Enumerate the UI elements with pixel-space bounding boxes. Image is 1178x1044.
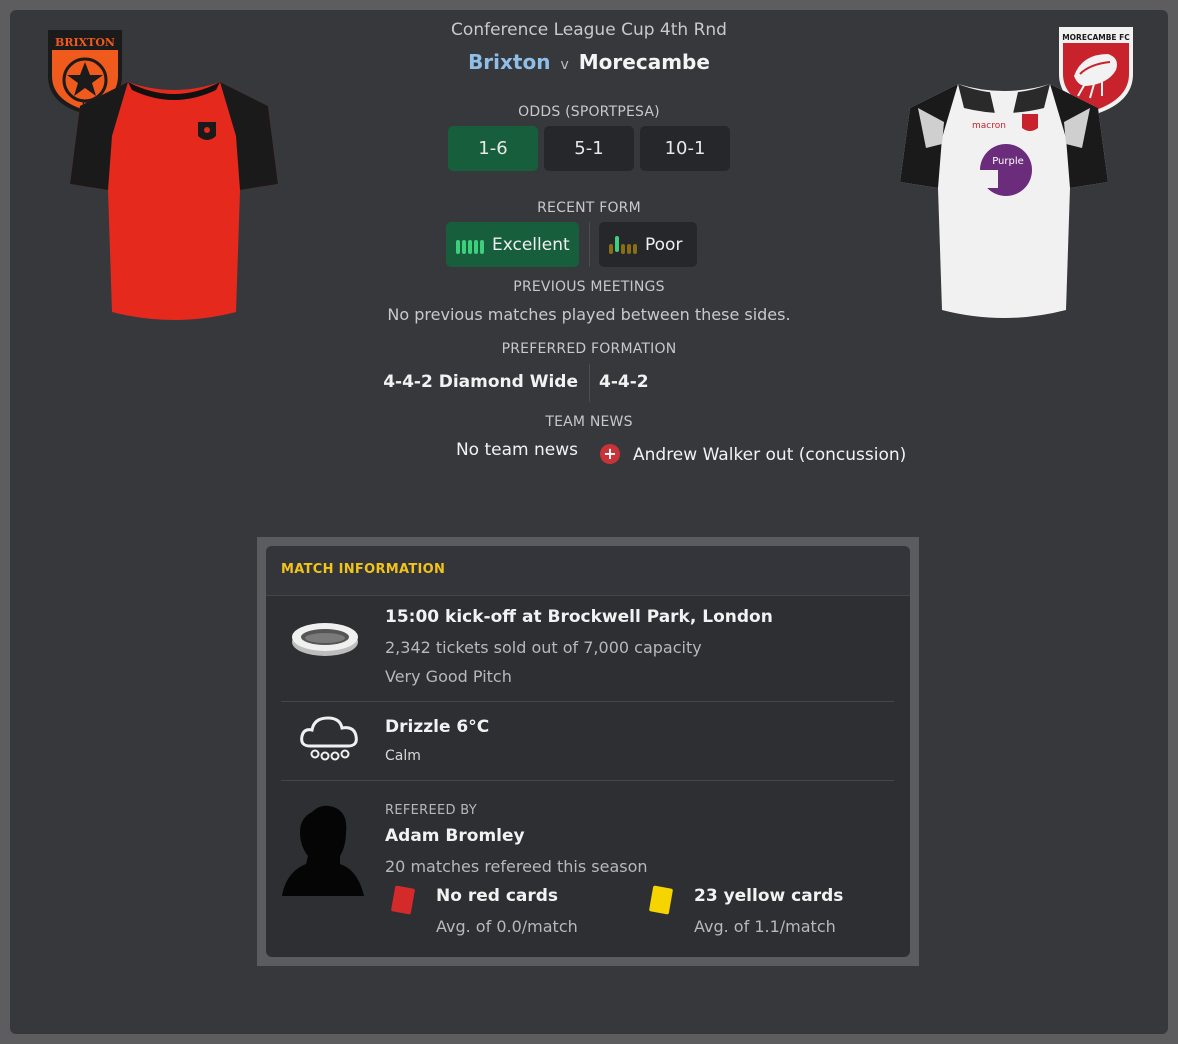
form-bars-icon	[609, 235, 637, 254]
formation-divider	[589, 364, 590, 402]
previous-meetings-text: No previous matches played between these…	[387, 305, 791, 324]
form-bars-icon	[456, 236, 484, 254]
home-form-text: Excellent	[492, 234, 570, 255]
away-formation: 4-4-2	[599, 372, 649, 392]
red-cards-average: Avg. of 0.0/match	[436, 917, 578, 936]
form-divider	[589, 222, 590, 267]
stadium-icon[interactable]	[290, 618, 360, 660]
separator	[281, 780, 894, 781]
match-information-title: MATCH INFORMATION	[281, 562, 446, 577]
separator	[281, 701, 894, 702]
red-cards-count: No red cards	[436, 886, 559, 906]
odds-label: ODDS (SPORTPESA)	[518, 104, 660, 120]
odds-draw[interactable]: 5-1	[544, 126, 634, 171]
team-news-label: TEAM NEWS	[545, 414, 633, 430]
competition-title: Conference League Cup 4th Rnd	[451, 20, 727, 40]
previous-meetings-label: PREVIOUS MEETINGS	[513, 279, 665, 295]
versus-label: v	[560, 57, 569, 73]
rain-cloud-icon	[300, 716, 358, 761]
referee-name[interactable]: Adam Bromley	[385, 826, 525, 846]
match-title: Brixton v Morecambe	[0, 50, 1178, 74]
injury-icon: +	[600, 444, 620, 464]
away-kit-sponsor: Purple	[992, 156, 1024, 167]
pitch-condition: Very Good Pitch	[385, 667, 512, 686]
away-team-link[interactable]: Morecambe	[579, 50, 710, 74]
away-form-button[interactable]: Poor	[599, 222, 697, 267]
yellow-cards-count: 23 yellow cards	[694, 886, 844, 906]
weather-headline: Drizzle 6°C	[385, 717, 490, 737]
away-form-text: Poor	[645, 234, 683, 255]
referee-matches: 20 matches refereed this season	[385, 857, 648, 876]
wind-condition: Calm	[385, 748, 421, 764]
referee-silhouette-icon[interactable]	[282, 802, 366, 896]
recent-form-label: RECENT FORM	[537, 200, 641, 216]
referee-label: REFEREED BY	[385, 803, 477, 818]
odds-home-win[interactable]: 1-6	[448, 126, 538, 171]
venue-headline[interactable]: 15:00 kick-off at Brockwell Park, London	[385, 607, 773, 627]
home-formation: 4-4-2 Diamond Wide	[383, 372, 578, 392]
away-kit-maker: macron	[972, 121, 1006, 131]
preferred-formation-label: PREFERRED FORMATION	[501, 341, 677, 357]
yellow-cards-average: Avg. of 1.1/match	[694, 917, 836, 936]
home-form-button[interactable]: Excellent	[446, 222, 579, 267]
tickets-text: 2,342 tickets sold out of 7,000 capacity	[385, 638, 702, 657]
away-team-news[interactable]: Andrew Walker out (concussion)	[633, 445, 906, 465]
home-team-link[interactable]: Brixton	[468, 50, 550, 74]
home-team-news: No team news	[455, 440, 578, 460]
odds-away-win[interactable]: 10-1	[640, 126, 730, 171]
